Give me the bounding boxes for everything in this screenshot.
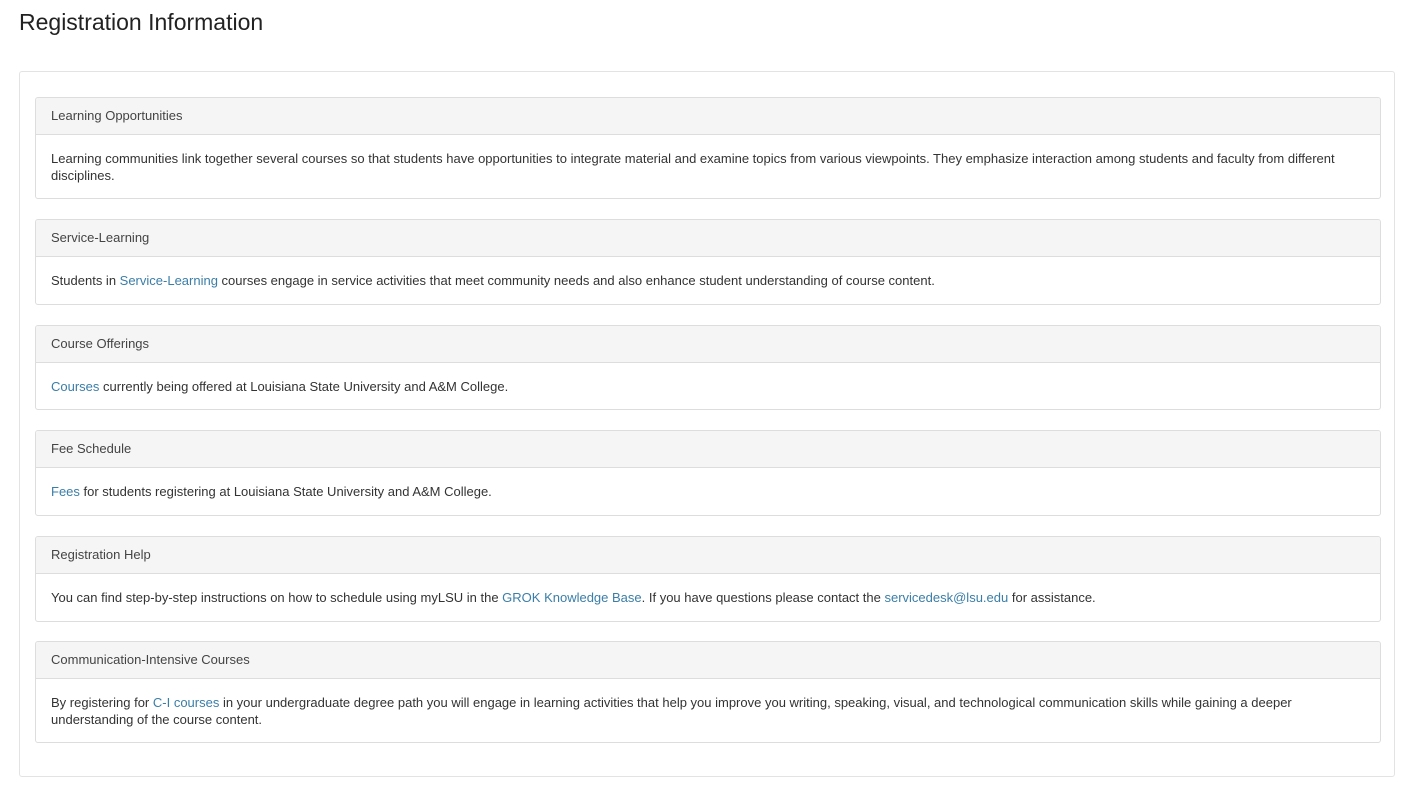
service-learning-card: Service-Learning Students in Service-Lea…: [35, 219, 1381, 305]
communication-intensive-prefix: By registering for: [51, 695, 153, 710]
fees-link[interactable]: Fees: [51, 484, 80, 499]
registration-help-middle: . If you have questions please contact t…: [641, 590, 885, 605]
course-offerings-body: Courses currently being offered at Louis…: [36, 363, 1380, 395]
registration-help-suffix: for assistance.: [1008, 590, 1096, 605]
service-learning-suffix: courses engage in service activities tha…: [217, 273, 935, 288]
registration-help-prefix: You can find step-by-step instructions o…: [51, 590, 503, 605]
service-learning-body: Students in Service-Learning courses eng…: [36, 257, 1380, 289]
service-learning-link[interactable]: Service-Learning: [120, 273, 218, 288]
communication-intensive-card: Communication-Intensive Courses By regis…: [35, 641, 1381, 743]
registration-help-body: You can find step-by-step instructions o…: [36, 574, 1380, 606]
page-title: Registration Information: [19, 9, 264, 35]
registration-help-card: Registration Help You can find step-by-s…: [35, 536, 1381, 622]
ci-courses-link[interactable]: C-I courses: [153, 695, 219, 710]
learning-opportunities-body: Learning communities link together sever…: [36, 135, 1380, 184]
fee-schedule-body: Fees for students registering at Louisia…: [36, 468, 1380, 500]
learning-opportunities-heading: Learning Opportunities: [36, 98, 1380, 135]
course-offerings-suffix: currently being offered at Louisiana Sta…: [99, 379, 509, 394]
service-learning-heading: Service-Learning: [36, 220, 1380, 257]
communication-intensive-suffix: in your undergraduate degree path you wi…: [51, 695, 1292, 727]
course-offerings-heading: Course Offerings: [36, 326, 1380, 363]
course-offerings-card: Course Offerings Courses currently being…: [35, 325, 1381, 410]
learning-opportunities-card: Learning Opportunities Learning communit…: [35, 97, 1381, 199]
fee-schedule-suffix: for students registering at Louisiana St…: [79, 484, 492, 499]
servicedesk-email-link[interactable]: servicedesk@lsu.edu: [884, 590, 1008, 605]
registration-help-heading: Registration Help: [36, 537, 1380, 574]
service-learning-prefix: Students in: [51, 273, 120, 288]
courses-link[interactable]: Courses: [51, 379, 99, 394]
fee-schedule-card: Fee Schedule Fees for students registeri…: [35, 430, 1381, 516]
grok-knowledge-base-link[interactable]: GROK Knowledge Base: [502, 590, 641, 605]
fee-schedule-heading: Fee Schedule: [36, 431, 1380, 468]
learning-opportunities-text: Learning communities link together sever…: [51, 151, 1335, 183]
communication-intensive-body: By registering for C-I courses in your u…: [36, 679, 1380, 728]
communication-intensive-heading: Communication-Intensive Courses: [36, 642, 1380, 679]
